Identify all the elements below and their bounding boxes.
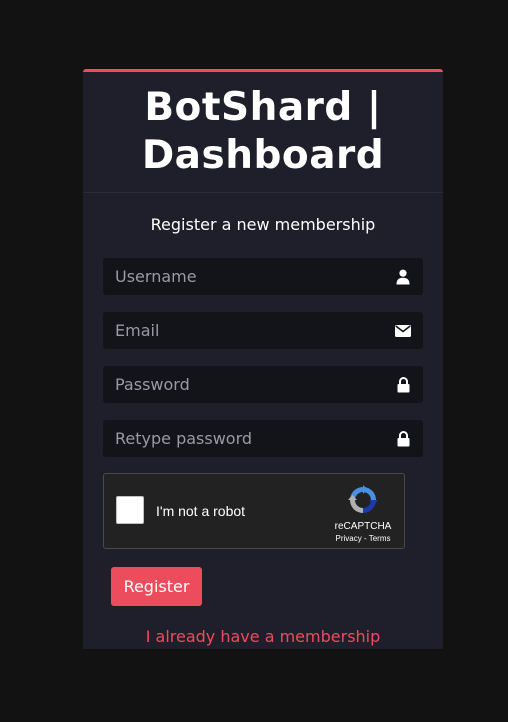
retype-password-field[interactable]	[103, 420, 423, 457]
brand-title[interactable]: BotShard | Dashboard	[142, 84, 384, 180]
user-icon	[395, 269, 411, 285]
register-button[interactable]: Register	[111, 567, 202, 606]
email-input[interactable]	[115, 321, 395, 340]
envelope-icon	[395, 323, 411, 339]
recaptcha-checkbox[interactable]	[116, 496, 144, 524]
register-subtitle: Register a new membership	[150, 215, 376, 234]
username-input[interactable]	[115, 267, 395, 286]
recaptcha-brand: reCAPTCHA	[334, 521, 392, 532]
recaptcha-logo-icon	[347, 484, 379, 516]
recaptcha-widget: I'm not a robot reCAPTCHA Privacy - Term…	[103, 473, 405, 549]
lock-icon	[395, 430, 411, 447]
login-link[interactable]: I already have a membership	[83, 627, 443, 646]
recaptcha-label: I'm not a robot	[156, 503, 246, 519]
retype-password-input[interactable]	[115, 429, 395, 448]
recaptcha-links[interactable]: Privacy - Terms	[326, 534, 400, 543]
lock-icon	[395, 376, 411, 393]
register-card: BotShard | Dashboard Register a new memb…	[83, 69, 443, 649]
brand-line-1: BotShard |	[144, 85, 382, 130]
card-header: BotShard | Dashboard	[83, 72, 443, 193]
password-input[interactable]	[115, 375, 395, 394]
password-field[interactable]	[103, 366, 423, 403]
email-field[interactable]	[103, 312, 423, 349]
username-field[interactable]	[103, 258, 423, 295]
brand-line-2: Dashboard	[141, 133, 385, 178]
